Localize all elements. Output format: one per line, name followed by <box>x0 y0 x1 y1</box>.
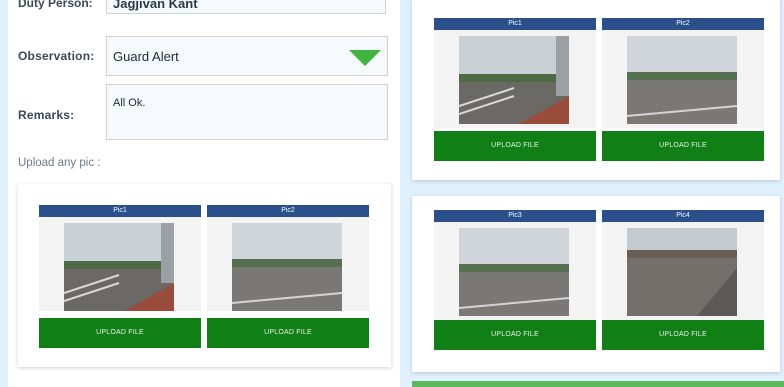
chevron-down-icon[interactable] <box>349 50 381 66</box>
duty-person-field[interactable]: Jagjivan Kant <box>106 0 386 14</box>
pic-slot: Pic1 UPLOAD FILE <box>434 18 596 161</box>
pic-slot: Pic4 UPLOAD FILE <box>602 210 764 350</box>
upload-file-button[interactable]: UPLOAD FILE <box>602 131 764 161</box>
photo-rubble <box>627 228 737 316</box>
photo-railing <box>459 36 569 124</box>
duty-person-label: Duty Person: <box>18 0 93 10</box>
pic-label: Pic2 <box>602 18 764 30</box>
pic-area <box>602 30 764 128</box>
pic-slot: Pic3 UPLOAD FILE <box>434 210 596 350</box>
right-top-upload-card: Pic1 UPLOAD FILE Pic2 UPLOAD FILE <box>412 0 780 180</box>
remarks-textarea[interactable]: All Ok. <box>106 84 388 140</box>
pic-slot: Pic2 UPLOAD FILE <box>602 18 764 161</box>
upload-heading: Upload any pic : <box>18 157 101 169</box>
pic-area <box>39 217 201 311</box>
pic-slot: Pic1 UPLOAD FILE <box>39 205 201 348</box>
observation-label: Observation: <box>18 49 95 63</box>
upload-file-button[interactable]: UPLOAD FILE <box>39 318 201 348</box>
upload-file-button[interactable]: UPLOAD FILE <box>434 131 596 161</box>
pic-slot: Pic2 UPLOAD FILE <box>207 205 369 348</box>
pic-area <box>434 30 596 128</box>
pic-label: Pic1 <box>434 18 596 30</box>
right-bottom-upload-card: Pic3 UPLOAD FILE Pic4 UPLOAD FILE <box>412 196 780 372</box>
observation-select[interactable]: Guard Alert <box>106 36 388 76</box>
pic-area <box>207 217 369 311</box>
pic-area <box>434 222 596 322</box>
observation-value: Guard Alert <box>113 49 179 64</box>
upload-file-button[interactable]: UPLOAD FILE <box>602 320 764 350</box>
upload-file-button[interactable]: UPLOAD FILE <box>434 320 596 350</box>
pic-label: Pic2 <box>207 205 369 217</box>
submit-button-strip[interactable] <box>412 381 784 387</box>
upload-file-button[interactable]: UPLOAD FILE <box>207 318 369 348</box>
photo-railing <box>64 223 174 311</box>
pic-label: Pic1 <box>39 205 201 217</box>
pic-label: Pic4 <box>602 210 764 222</box>
pic-label: Pic3 <box>434 210 596 222</box>
photo-lot <box>627 36 737 124</box>
photo-lot <box>232 223 342 311</box>
pic-area <box>602 222 764 322</box>
remarks-label: Remarks: <box>18 108 75 122</box>
left-upload-card: Pic1 UPLOAD FILE Pic2 UPLOAD FILE <box>18 184 391 367</box>
photo-lot <box>459 228 569 316</box>
